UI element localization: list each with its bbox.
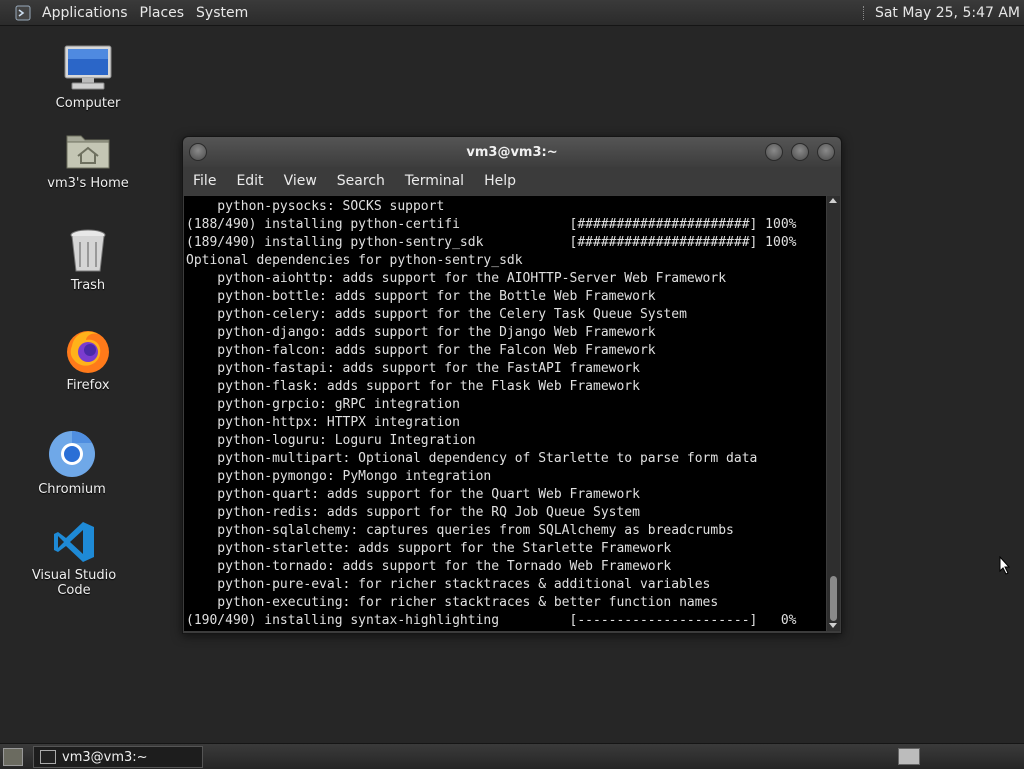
desktop-icon-vscode[interactable]: Visual Studio Code xyxy=(19,520,129,598)
terminal-line: python-falcon: adds support for the Falc… xyxy=(186,343,656,358)
terminal-line: python-celery: adds support for the Cele… xyxy=(186,307,687,322)
terminal-output[interactable]: python-pysocks: SOCKS support (188/490) … xyxy=(184,196,826,631)
terminal-line: python-redis: adds support for the RQ Jo… xyxy=(186,505,640,520)
clock[interactable]: Sat May 25, 5:47 AM xyxy=(875,5,1020,21)
terminal-line: python-pysocks: SOCKS support xyxy=(186,199,445,214)
terminal-line: python-loguru: Loguru Integration xyxy=(186,433,476,448)
terminal-line: python-fastapi: adds support for the Fas… xyxy=(186,361,640,376)
firefox-icon xyxy=(67,331,109,373)
scroll-down-arrow-icon[interactable] xyxy=(829,623,837,628)
terminal-line: python-quart: adds support for the Quart… xyxy=(186,487,640,502)
menu-help[interactable]: Help xyxy=(474,173,526,189)
terminal-line: python-grpcio: gRPC integration xyxy=(186,397,460,412)
top-panel: Applications Places System Sat May 25, 5… xyxy=(0,0,1024,26)
terminal-line: python-pymongo: PyMongo integration xyxy=(186,469,492,484)
taskbar-button-label: vm3@vm3:~ xyxy=(62,749,148,765)
terminal-scrollbar[interactable] xyxy=(827,196,840,631)
terminal-lines: python-pysocks: SOCKS support (188/490) … xyxy=(184,196,826,630)
bottom-panel: vm3@vm3:~ xyxy=(0,743,1024,769)
terminal-line: python-django: adds support for the Djan… xyxy=(186,325,656,340)
applications-menu-icon[interactable] xyxy=(14,4,32,22)
desktop-icon-label: Computer xyxy=(55,96,121,111)
menu-edit[interactable]: Edit xyxy=(226,173,273,189)
terminal-line: python-multipart: Optional dependency of… xyxy=(186,451,758,466)
terminal-line: python-executing: for richer stacktraces… xyxy=(186,595,719,610)
menu-bar: File Edit View Search Terminal Help xyxy=(183,167,841,195)
desktop-icon-home[interactable]: vm3's Home xyxy=(33,128,143,191)
desktop-icon-label: vm3's Home xyxy=(47,176,129,191)
terminal-line: python-flask: adds support for the Flask… xyxy=(186,379,640,394)
terminal-line: (189/490) installing python-sentry_sdk [… xyxy=(186,235,797,250)
top-menu: Applications Places System xyxy=(8,4,254,22)
menu-terminal[interactable]: Terminal xyxy=(395,173,474,189)
places-menu[interactable]: Places xyxy=(134,5,191,21)
terminal-icon xyxy=(40,750,56,764)
terminal-line: python-starlette: adds support for the S… xyxy=(186,541,672,556)
terminal-line: python-tornado: adds support for the Tor… xyxy=(186,559,672,574)
title-bar[interactable]: vm3@vm3:~ xyxy=(183,137,841,167)
scroll-up-arrow-icon[interactable] xyxy=(829,198,837,203)
desktop-icon-label: Firefox xyxy=(66,378,110,393)
show-desktop-icon[interactable] xyxy=(3,748,23,766)
home-folder-icon xyxy=(66,135,110,169)
computer-icon xyxy=(64,45,112,90)
terminal-line: python-pure-eval: for richer stacktraces… xyxy=(186,577,711,592)
desktop-icon-label: Chromium xyxy=(38,482,106,497)
taskbar-terminal-button[interactable]: vm3@vm3:~ xyxy=(33,746,203,768)
terminal-window[interactable]: vm3@vm3:~ File Edit View Search Terminal… xyxy=(182,136,842,634)
vscode-icon xyxy=(54,522,94,562)
desktop-icon-firefox[interactable]: Firefox xyxy=(33,326,143,393)
terminal-line: python-httpx: HTTPX integration xyxy=(186,415,460,430)
menu-file[interactable]: File xyxy=(183,173,226,189)
menu-search[interactable]: Search xyxy=(327,173,395,189)
terminal-line: Optional dependencies for python-sentry_… xyxy=(186,253,523,268)
applications-menu[interactable]: Applications xyxy=(36,5,134,21)
desktop-icon-label: Trash xyxy=(70,278,106,293)
close-button[interactable] xyxy=(817,143,835,161)
terminal-line: (190/490) installing syntax-highlighting… xyxy=(186,613,797,628)
system-menu[interactable]: System xyxy=(190,5,254,21)
menu-view[interactable]: View xyxy=(274,173,327,189)
desktop-icon-chromium[interactable]: Chromium xyxy=(17,430,127,497)
trash-icon xyxy=(70,229,106,272)
desktop-icon-trash[interactable]: Trash xyxy=(33,228,143,293)
window-menu-button[interactable] xyxy=(189,143,207,161)
terminal-line: python-bottle: adds support for the Bott… xyxy=(186,289,656,304)
clock-area: Sat May 25, 5:47 AM xyxy=(862,0,1020,25)
mouse-pointer-icon xyxy=(999,556,1011,575)
desktop-icon-label: Visual Studio Code xyxy=(31,568,117,598)
window-title: vm3@vm3:~ xyxy=(466,144,558,160)
terminal-line: (188/490) installing python-certifi [###… xyxy=(186,217,797,232)
desktop-icon-computer[interactable]: Computer xyxy=(33,44,143,111)
maximize-button[interactable] xyxy=(791,143,809,161)
minimize-button[interactable] xyxy=(765,143,783,161)
terminal-line: python-aiohttp: adds support for the AIO… xyxy=(186,271,727,286)
workspace-switcher[interactable] xyxy=(898,748,920,765)
panel-separator xyxy=(862,5,867,20)
scroll-thumb[interactable] xyxy=(830,576,837,621)
terminal-line: python-sqlalchemy: captures queries from… xyxy=(186,523,734,538)
chromium-icon xyxy=(49,431,95,477)
